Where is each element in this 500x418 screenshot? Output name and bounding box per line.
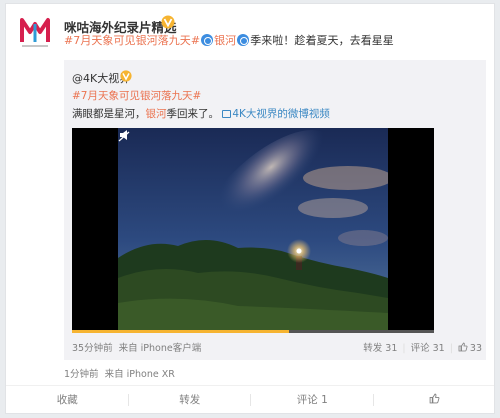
post-time[interactable]: 1分钟前 [64,369,99,380]
post-meta: 1分钟前 来自 iPhone XR [64,366,175,380]
topic-link[interactable]: #7月天象可见银河落九天# [64,34,200,47]
avatar[interactable] [16,12,54,50]
forward-label: 转发 [179,394,201,406]
post-text: #7月天象可见银河落九天# 银河 季来啦！趁着夏天，去看星星 [64,32,394,48]
repost-time[interactable]: 35分钟前 [72,343,113,354]
post-body-text: 季来啦！趁着夏天，去看星星 [250,34,394,47]
reposted-content: @4K大视界 #7月天象可见银河落九天# 满眼都是星河，银河季回来了。 4K大视… [64,60,486,360]
repost-text: 满眼都是星河，银河季回来了。 4K大视界的微博视频 [72,106,330,121]
video-progress-bar[interactable] [72,330,434,333]
repost-text-after: 季回来了。 [166,108,220,120]
repost-source: 来自 iPhone客户端 [118,343,202,354]
video-frame [118,128,388,333]
repost-topic-line: #7月天象可见银河落九天# [72,88,201,103]
repost-forward-count[interactable]: 转发 31 [363,343,397,354]
like-button[interactable] [374,386,497,414]
repost-text-start: 满眼都是星河， [72,108,146,120]
mute-icon[interactable] [118,128,132,142]
repost-stats: 转发 31 | 评论 31 | 33 [363,342,482,354]
repost-like-count: 33 [469,343,482,354]
comment-label: 评论 1 [296,394,328,406]
keyword-link[interactable]: 银河 [214,34,236,47]
favorite-label: 收藏 [56,394,78,406]
thumb-up-icon [429,393,440,404]
video-progress-fill [72,330,290,333]
forward-button[interactable]: 转发 [129,386,251,414]
weibo-post-card: 咪咕海外纪录片精选 #7月天象可见银河落九天# 银河 季来啦！趁着夏天，去看星星 @… [5,3,495,414]
comment-button[interactable]: 评论 1 [251,386,374,414]
verified-badge-icon [120,70,132,82]
action-bar: 收藏 转发 评论 1 [6,385,494,413]
repost-topic-link[interactable]: #7月天象可见银河落九天# [72,90,201,102]
repost-meta: 35分钟前 来自 iPhone客户端 [72,340,201,354]
thumb-up-icon [458,342,468,352]
favorite-button[interactable]: 收藏 [6,386,129,414]
video-player[interactable] [72,128,434,333]
video-icon [222,110,232,118]
repost-like[interactable]: 33 [458,342,482,354]
repost-keyword-link[interactable]: 银河 [146,108,167,120]
topic-icon [201,34,214,46]
topic-icon [237,34,250,46]
verified-badge-icon [161,15,175,29]
post-source: 来自 iPhone XR [104,369,175,380]
video-link[interactable]: 4K大视界的微博视频 [222,108,330,120]
repost-comment-count[interactable]: 评论 31 [411,343,445,354]
video-link-label: 4K大视界的微博视频 [232,108,330,120]
